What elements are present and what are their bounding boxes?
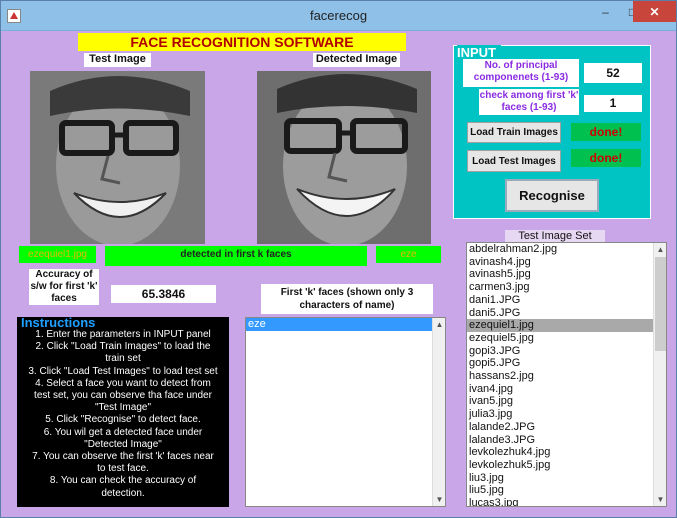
instruction-line: "Detected Image" <box>84 438 162 450</box>
scroll-up-icon[interactable]: ▲ <box>433 318 445 331</box>
test-set-item[interactable]: dani1.JPG <box>467 294 666 307</box>
test-set-item[interactable]: avinash4.jpg <box>467 256 666 269</box>
instruction-line: test set, you can observe tha face under <box>34 390 212 402</box>
test-set-item[interactable]: lucas3.jpg <box>467 497 666 506</box>
minimize-button[interactable]: – <box>592 1 619 22</box>
test-set-items: abdelrahman2.jpg avinash4.jpg avinash5.jpg… <box>467 243 666 506</box>
load-train-status: done! <box>571 123 641 141</box>
scroll-thumb[interactable] <box>655 257 666 351</box>
instruction-line: 8. You can check the accuracy of <box>49 475 197 487</box>
first-k-label: First 'k' faces (shown only 3 characters… <box>261 284 433 314</box>
test-set-item[interactable]: gopi3.JPG <box>467 345 666 358</box>
detected-name: eze <box>376 246 441 263</box>
test-set-list[interactable]: abdelrahman2.jpg avinash4.jpg avinash5.jpg… <box>466 242 667 507</box>
test-set-item[interactable]: liu5.jpg <box>467 484 666 497</box>
test-set-item[interactable]: hassans2.jpg <box>467 370 666 383</box>
detected-image <box>257 71 431 244</box>
test-set-item[interactable]: julia3.jpg <box>467 408 666 421</box>
test-set-item[interactable]: ezequiel1.jpg <box>467 319 666 332</box>
test-image <box>30 71 205 244</box>
test-set-item[interactable]: lalande3.JPG <box>467 434 666 447</box>
test-set-scrollbar[interactable]: ▲ ▼ <box>653 243 666 506</box>
test-set-item[interactable]: avinash5.jpg <box>467 268 666 281</box>
load-test-status: done! <box>571 149 641 167</box>
instructions-text: 1. Enter the parameters in INPUT panel 2.… <box>21 329 225 500</box>
app-window: facerecog – □ ✕ FACE RECOGNITION SOFTWAR… <box>0 0 677 518</box>
principal-components-input[interactable]: 52 <box>584 63 642 83</box>
list-item[interactable]: eze <box>246 318 445 331</box>
test-set-item[interactable]: ezequiel5.jpg <box>467 332 666 345</box>
scroll-down-icon[interactable]: ▼ <box>654 493 666 506</box>
instructions-title: Instructions <box>21 315 96 330</box>
test-set-item[interactable]: lalande2.JPG <box>467 421 666 434</box>
instruction-line: 1. Enter the parameters in INPUT panel <box>35 329 211 340</box>
instruction-line: 3. Click "Load Test Images" to load test… <box>28 365 218 377</box>
load-train-button[interactable]: Load Train Images <box>467 122 561 143</box>
instructions-panel: Instructions 1. Enter the parameters in … <box>17 315 229 507</box>
app-banner: FACE RECOGNITION SOFTWARE <box>78 33 406 51</box>
test-image-label: Test Image <box>84 53 151 67</box>
detected-image-label: Detected Image <box>313 53 400 67</box>
test-set-item[interactable]: dani5.JPG <box>467 307 666 320</box>
detection-status: detected in first k faces <box>105 246 367 266</box>
first-k-list[interactable]: eze ▲ ▼ <box>245 317 446 507</box>
test-set-item[interactable]: levkolezhuk5.jpg <box>467 459 666 472</box>
scroll-up-icon[interactable]: ▲ <box>654 243 666 256</box>
test-set-label: Test Image Set <box>505 230 605 242</box>
test-filename: ezequiel1.jpg <box>19 246 96 263</box>
scroll-down-icon[interactable]: ▼ <box>433 493 445 506</box>
recognise-button[interactable]: Recognise <box>505 179 599 212</box>
k-faces-label: check among first 'k' faces (1-93) <box>479 89 579 115</box>
instruction-line: "Test Image" <box>94 402 151 414</box>
input-panel-title: INPUT <box>457 45 501 60</box>
test-set-item[interactable]: ivan5.jpg <box>467 395 666 408</box>
title-bar: facerecog – □ ✕ <box>1 1 676 31</box>
instruction-line: 2. Click "Load Train Images" to load the <box>35 341 211 353</box>
window-title: facerecog <box>309 8 368 23</box>
test-set-item[interactable]: levkolezhuk4.jpg <box>467 446 666 459</box>
test-set-item[interactable]: liu3.jpg <box>467 472 666 485</box>
instruction-line: 4. Select a face you want to detect from <box>35 377 211 389</box>
close-button[interactable]: ✕ <box>633 1 676 22</box>
instruction-line: 5. Click "Recognise" to detect face. <box>45 414 201 426</box>
test-set-item[interactable]: carmen3.jpg <box>467 281 666 294</box>
test-set-item[interactable]: abdelrahman2.jpg <box>467 243 666 256</box>
test-set-item[interactable]: ivan4.jpg <box>467 383 666 396</box>
instruction-line: 6. You wil get a detected face under <box>43 426 203 438</box>
k-faces-input[interactable]: 1 <box>584 95 642 112</box>
instruction-line: to test face. <box>97 463 149 475</box>
principal-components-label: No. of principal componenets (1-93) <box>463 59 579 87</box>
instruction-line: 7. You can observe the first 'k' faces n… <box>32 451 214 463</box>
instruction-line: train set <box>105 353 141 365</box>
load-test-button[interactable]: Load Test Images <box>467 150 561 172</box>
first-k-scrollbar[interactable]: ▲ ▼ <box>432 318 445 506</box>
accuracy-value: 65.3846 <box>111 285 216 303</box>
instruction-line: detection. <box>101 487 145 499</box>
accuracy-label: Accuracy of s/w for first 'k' faces <box>29 269 99 305</box>
test-set-item[interactable]: gopi5.JPG <box>467 357 666 370</box>
